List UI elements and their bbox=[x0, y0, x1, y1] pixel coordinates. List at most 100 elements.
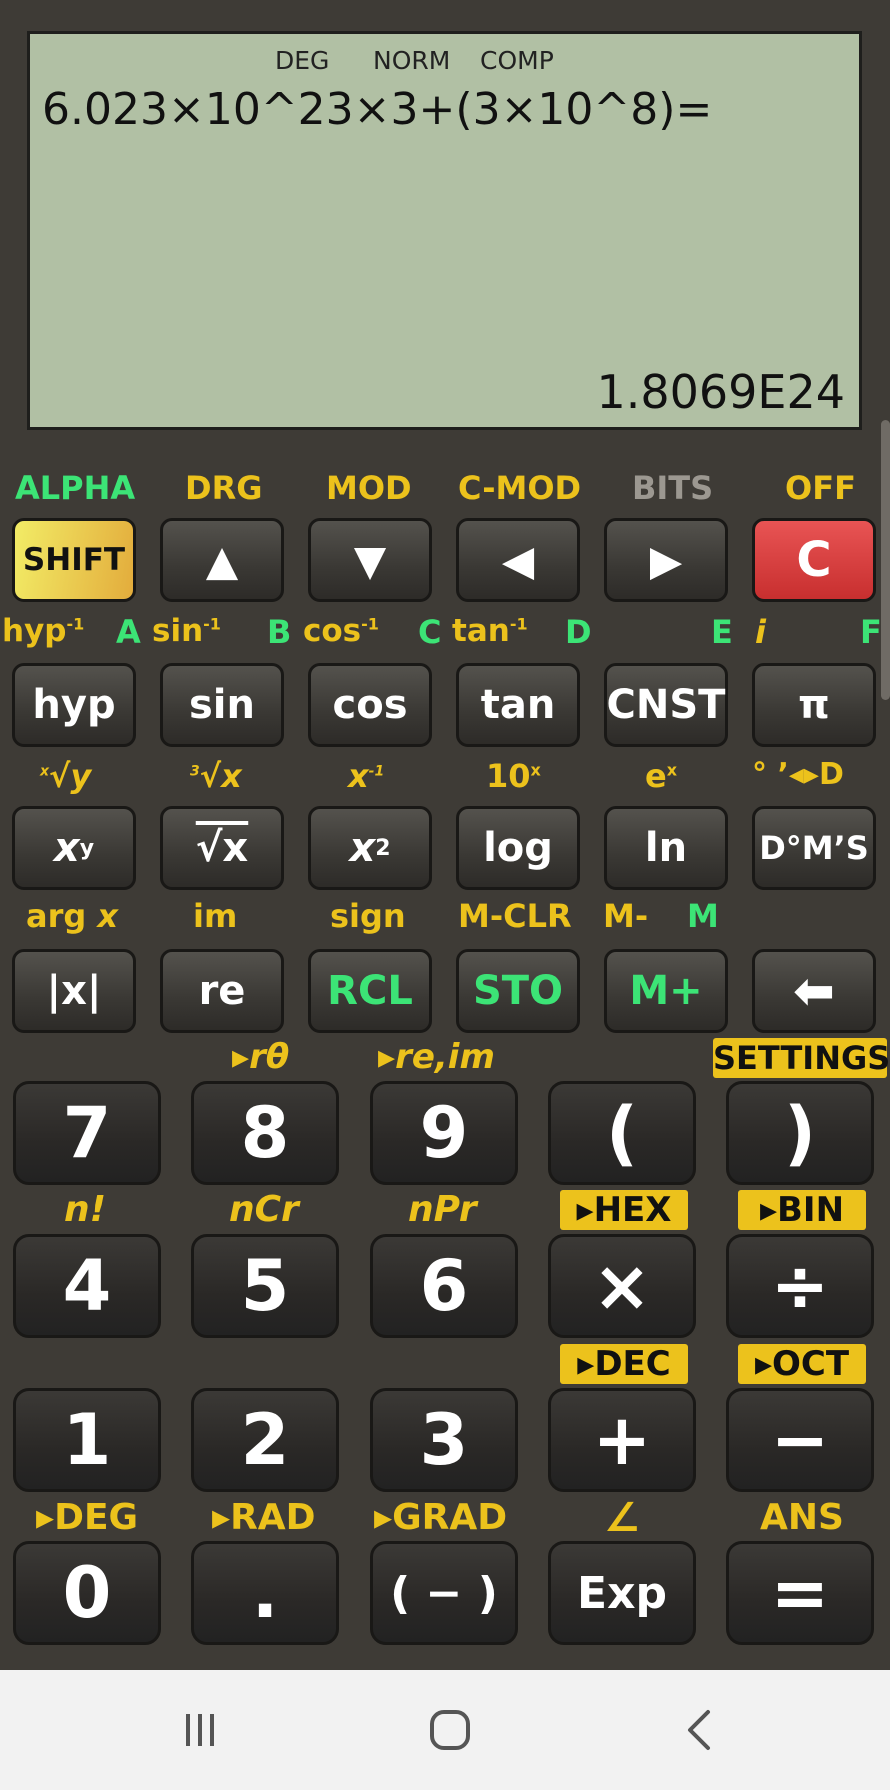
label-alpha: ALPHA bbox=[15, 469, 136, 507]
key-7[interactable]: 7 bbox=[13, 1081, 161, 1185]
label-to-polar: ▸rθ bbox=[232, 1037, 290, 1077]
indicator-angle: DEG bbox=[275, 46, 330, 75]
negate-button[interactable]: ( − ) bbox=[370, 1541, 518, 1645]
angle-icon: ∠ bbox=[604, 1495, 640, 1541]
exp-button[interactable]: Exp bbox=[548, 1541, 696, 1645]
label-cube-root: 3√x bbox=[190, 757, 242, 795]
to-bin-tag: ▸BIN bbox=[738, 1190, 866, 1230]
ln-button[interactable]: ln bbox=[604, 806, 728, 890]
cursor-up-button[interactable]: ▲ bbox=[160, 518, 284, 602]
cos-button[interactable]: cos bbox=[308, 663, 432, 747]
label-im: im bbox=[193, 897, 238, 935]
key-4[interactable]: 4 bbox=[13, 1234, 161, 1338]
key-9[interactable]: 9 bbox=[370, 1081, 518, 1185]
label-acos: cos-1 bbox=[303, 613, 379, 649]
pi-button[interactable]: π bbox=[752, 663, 876, 747]
open-paren-button[interactable]: ( bbox=[548, 1081, 696, 1185]
label-f: F bbox=[860, 613, 882, 651]
minus-button[interactable]: − bbox=[726, 1388, 874, 1492]
key-1[interactable]: 1 bbox=[13, 1388, 161, 1492]
label-atan: tan-1 bbox=[452, 613, 528, 649]
hyp-button[interactable]: hyp bbox=[12, 663, 136, 747]
dms-button[interactable]: D°M’S bbox=[752, 806, 876, 890]
label-arg: arg x bbox=[26, 897, 119, 935]
label-ans: ANS bbox=[760, 1497, 844, 1538]
label-xth-root-y: x√y bbox=[40, 757, 92, 795]
power-button[interactable]: xy bbox=[12, 806, 136, 890]
label-imaginary-i: i bbox=[755, 613, 766, 651]
label-hyp-inverse: hyp-1 bbox=[2, 613, 85, 649]
log-button[interactable]: log bbox=[456, 806, 580, 890]
label-m: M bbox=[687, 897, 719, 935]
multiply-button[interactable]: × bbox=[548, 1234, 696, 1338]
cursor-right-button[interactable]: ▶ bbox=[604, 518, 728, 602]
label-asin: sin-1 bbox=[152, 613, 221, 649]
back-button[interactable] bbox=[670, 1700, 730, 1760]
triangle-down-icon: ▼ bbox=[353, 535, 387, 585]
cursor-down-button[interactable]: ▼ bbox=[308, 518, 432, 602]
android-navigation-bar bbox=[0, 1670, 890, 1790]
label-npr: nPr bbox=[408, 1189, 477, 1230]
label-c: C bbox=[418, 613, 442, 651]
scrollbar-thumb[interactable] bbox=[881, 420, 890, 700]
backspace-button[interactable]: ⬅ bbox=[752, 949, 876, 1033]
to-oct-tag: ▸OCT bbox=[738, 1344, 866, 1384]
store-button[interactable]: STO bbox=[456, 949, 580, 1033]
cursor-left-button[interactable]: ◀ bbox=[456, 518, 580, 602]
key-8[interactable]: 8 bbox=[191, 1081, 339, 1185]
settings-tag[interactable]: SETTINGS bbox=[713, 1038, 890, 1078]
key-5[interactable]: 5 bbox=[191, 1234, 339, 1338]
to-hex-tag: ▸HEX bbox=[560, 1190, 688, 1230]
label-ncr: nCr bbox=[229, 1189, 299, 1230]
label-b: B bbox=[267, 613, 292, 651]
recall-button[interactable]: RCL bbox=[308, 949, 432, 1033]
expression-line: 6.023×10^23×3+(3×10^8)= bbox=[42, 84, 713, 135]
key-3[interactable]: 3 bbox=[370, 1388, 518, 1492]
decimal-point-button[interactable]: . bbox=[191, 1541, 339, 1645]
re-button[interactable]: re bbox=[160, 949, 284, 1033]
result-line: 1.8069E24 bbox=[596, 365, 845, 419]
recent-apps-button[interactable] bbox=[170, 1700, 230, 1760]
label-a: A bbox=[116, 613, 141, 651]
back-icon bbox=[688, 1710, 710, 1750]
key-2[interactable]: 2 bbox=[191, 1388, 339, 1492]
constant-button[interactable]: CNST bbox=[604, 663, 728, 747]
home-button[interactable] bbox=[420, 1700, 480, 1760]
indicator-format: NORM bbox=[373, 46, 451, 75]
sin-button[interactable]: sin bbox=[160, 663, 284, 747]
label-bits: BITS bbox=[632, 469, 714, 507]
triangle-right-icon: ▶ bbox=[649, 535, 683, 585]
calculator-app: DEG NORM COMP 6.023×10^23×3+(3×10^8)= 1.… bbox=[0, 0, 890, 1670]
tan-button[interactable]: tan bbox=[456, 663, 580, 747]
key-6[interactable]: 6 bbox=[370, 1234, 518, 1338]
memory-plus-button[interactable]: M+ bbox=[604, 949, 728, 1033]
abs-button[interactable]: |x| bbox=[12, 949, 136, 1033]
label-m-minus: M- bbox=[603, 897, 649, 935]
label-e: E bbox=[711, 613, 733, 651]
label-off: OFF bbox=[785, 469, 856, 507]
square-button[interactable]: x2 bbox=[308, 806, 432, 890]
equals-button[interactable]: = bbox=[726, 1541, 874, 1645]
close-paren-button[interactable]: ) bbox=[726, 1081, 874, 1185]
divide-button[interactable]: ÷ bbox=[726, 1234, 874, 1338]
square-root-button[interactable]: √x bbox=[160, 806, 284, 890]
lcd-display: DEG NORM COMP 6.023×10^23×3+(3×10^8)= 1.… bbox=[27, 31, 862, 430]
recent-apps-icon bbox=[186, 1714, 214, 1746]
label-m-clr: M-CLR bbox=[458, 897, 572, 935]
shift-button[interactable]: SHIFT bbox=[12, 518, 136, 602]
triangle-left-icon: ◀ bbox=[501, 535, 535, 585]
plus-button[interactable]: + bbox=[548, 1388, 696, 1492]
label-to-rad: ▸RAD bbox=[212, 1497, 316, 1538]
label-sign: sign bbox=[330, 897, 406, 935]
clear-button[interactable]: C bbox=[752, 518, 876, 602]
to-dec-tag: ▸DEC bbox=[560, 1344, 688, 1384]
label-c-mod: C-MOD bbox=[458, 469, 582, 507]
label-ten-power: 10x bbox=[486, 757, 541, 795]
triangle-up-icon: ▲ bbox=[205, 535, 239, 585]
label-drg: DRG bbox=[185, 469, 263, 507]
label-mod: MOD bbox=[326, 469, 412, 507]
indicator-mode: COMP bbox=[480, 46, 554, 75]
key-0[interactable]: 0 bbox=[13, 1541, 161, 1645]
label-factorial: n! bbox=[64, 1189, 107, 1230]
backspace-arrow-icon: ⬅ bbox=[793, 962, 835, 1020]
